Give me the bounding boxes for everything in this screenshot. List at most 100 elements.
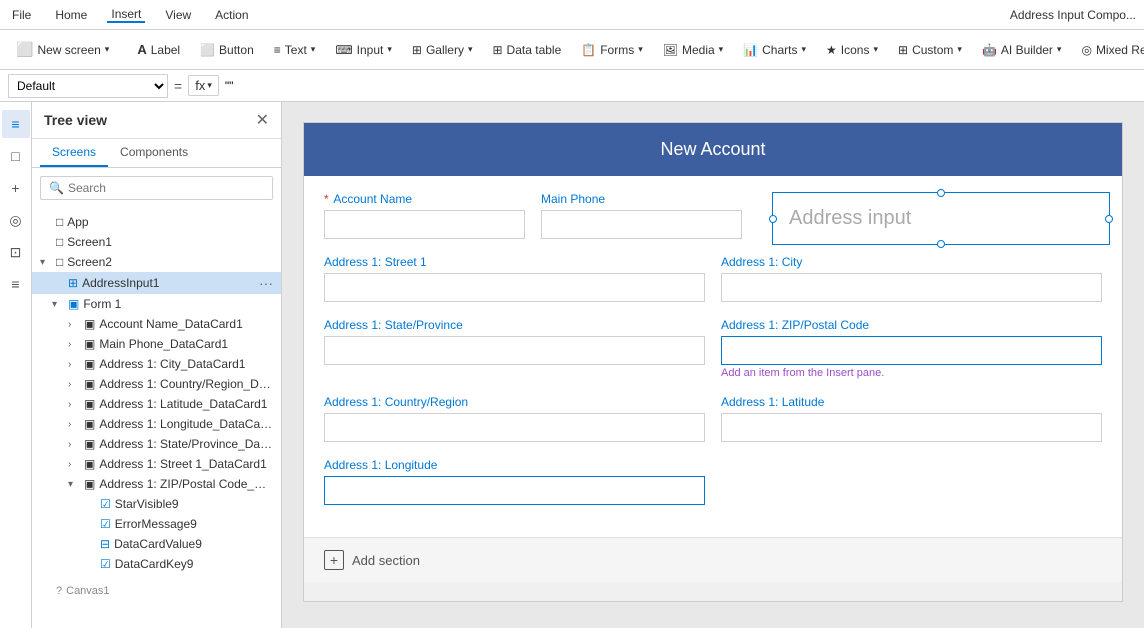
longitude-chevron: ›: [68, 419, 80, 430]
forms-button[interactable]: 📋 Forms ▾: [573, 39, 650, 61]
latitude-chevron: ›: [68, 399, 80, 410]
tree-node-error-message9[interactable]: ☑ ErrorMessage9: [32, 514, 281, 534]
sidebar-icon-search[interactable]: ◎: [2, 206, 30, 234]
tree-tab-components[interactable]: Components: [108, 139, 200, 167]
longitude-label: Address 1: Longitude: [324, 458, 705, 472]
tree-node-city[interactable]: › ▣ Address 1: City_DataCard1: [32, 354, 281, 374]
tree-node-longitude[interactable]: › ▣ Address 1: Longitude_DataCard1: [32, 414, 281, 434]
text-button[interactable]: ≡ Text ▾: [266, 39, 324, 61]
input-button[interactable]: ⌨ Input ▾: [327, 39, 400, 61]
tree-node-latitude[interactable]: › ▣ Address 1: Latitude_DataCard1: [32, 394, 281, 414]
main-phone-input[interactable]: [541, 210, 742, 239]
menu-view[interactable]: View: [161, 8, 195, 22]
tree-node-screen2[interactable]: ▾ □ Screen2: [32, 252, 281, 272]
menu-home[interactable]: Home: [51, 8, 91, 22]
tree-node-state[interactable]: › ▣ Address 1: State/Province_DataCard1: [32, 434, 281, 454]
tree-tab-screens[interactable]: Screens: [40, 139, 108, 167]
tree-node-star-visible9[interactable]: ☑ StarVisible9: [32, 494, 281, 514]
zip-helper-text: Add an item from the Insert pane.: [721, 367, 1102, 379]
data-table-button[interactable]: ⊞ Data table: [484, 39, 569, 61]
handle-right: [1105, 215, 1113, 223]
zip-input[interactable]: [721, 336, 1102, 365]
sidebar-icon-settings[interactable]: ≡: [2, 270, 30, 298]
label-icon: A: [137, 42, 146, 57]
menu-file[interactable]: File: [8, 8, 35, 22]
sidebar-icon-menu[interactable]: ≡: [2, 110, 30, 138]
formula-bar-dropdown[interactable]: Default: [8, 74, 168, 98]
search-input[interactable]: [68, 181, 264, 195]
zip-icon: ▣: [84, 477, 95, 491]
new-screen-button[interactable]: ⬜ New screen ▾: [8, 37, 117, 62]
country-input[interactable]: [324, 413, 705, 442]
street1-label: Address 1: Street 1_DataCard1: [99, 457, 273, 471]
custom-button[interactable]: ⊞ Custom ▾: [890, 39, 970, 61]
tree-node-street1[interactable]: › ▣ Address 1: Street 1_DataCard1: [32, 454, 281, 474]
address-input-overlay[interactable]: Address input: [772, 192, 1110, 245]
account-name-input[interactable]: [324, 210, 525, 239]
tree-node-address-input1[interactable]: ⊞ AddressInput1 ···: [32, 272, 281, 294]
form1-label: Form 1: [83, 297, 273, 311]
icons-button[interactable]: ★ Icons ▾: [818, 39, 886, 61]
sidebar-icon-add[interactable]: +: [2, 174, 30, 202]
tree-node-data-card-value9[interactable]: ⊟ DataCardValue9: [32, 534, 281, 554]
tree-node-zip[interactable]: ▾ ▣ Address 1: ZIP/Postal Code_DataC...: [32, 474, 281, 494]
sidebar-icon-screens[interactable]: □: [2, 142, 30, 170]
state-chevron: ›: [68, 439, 80, 450]
star-visible9-icon: ☑: [100, 497, 111, 511]
new-screen-icon: ⬜: [16, 41, 33, 58]
tree-node-screen1[interactable]: □ Screen1: [32, 232, 281, 252]
form-row-4: Address 1: Country/Region Address 1: Lat…: [324, 395, 1102, 442]
add-section[interactable]: + Add section: [304, 537, 1122, 582]
tree-node-country[interactable]: › ▣ Address 1: Country/Region_DataCa...: [32, 374, 281, 394]
forms-icon: 📋: [581, 43, 596, 57]
ai-builder-button[interactable]: 🤖 AI Builder ▾: [974, 39, 1070, 61]
account-name-chevron: ›: [68, 319, 80, 330]
tree-node-canvas1[interactable]: ? Canvas1: [32, 582, 281, 600]
new-screen-chevron: ▾: [105, 44, 110, 55]
tree-panel: Tree view ✕ Screens Components 🔍 □ App □…: [32, 102, 282, 628]
button-button[interactable]: ⬜ Button: [192, 39, 262, 61]
field-main-phone: Main Phone: [541, 192, 742, 239]
tree-node-account-name[interactable]: › ▣ Account Name_DataCard1: [32, 314, 281, 334]
media-button[interactable]: 🖼 Media ▾: [655, 39, 731, 61]
data-table-icon: ⊞: [492, 43, 502, 57]
forms-chevron: ▾: [638, 44, 643, 55]
charts-button[interactable]: 📊 Charts ▾: [735, 39, 814, 61]
main-phone-label: Main Phone_DataCard1: [99, 337, 273, 351]
tree-node-form1[interactable]: ▾ ▣ Form 1: [32, 294, 281, 314]
zip-chevron: ▾: [68, 479, 80, 490]
fx-label: fx: [195, 78, 205, 93]
mixed-reality-button[interactable]: ◎ Mixed Reality ▾: [1073, 39, 1144, 61]
longitude-input[interactable]: [324, 476, 705, 505]
data-card-key9-icon: ☑: [100, 557, 111, 571]
address-input1-more-icon[interactable]: ···: [259, 275, 273, 291]
field-city: Address 1: City: [721, 255, 1102, 302]
error-message9-icon: ☑: [100, 517, 111, 531]
gallery-button[interactable]: ⊞ Gallery ▾: [404, 39, 481, 61]
latitude-input[interactable]: [721, 413, 1102, 442]
canvas1-label: Canvas1: [66, 585, 273, 597]
street1-input[interactable]: [324, 273, 705, 302]
label-button[interactable]: A Label: [129, 38, 188, 61]
menu-insert[interactable]: Insert: [107, 7, 145, 23]
tree-title: Tree view: [44, 112, 107, 128]
account-name-label: Account Name_DataCard1: [99, 317, 273, 331]
state-icon: ▣: [84, 437, 95, 451]
tree-node-data-card-key9[interactable]: ☑ DataCardKey9: [32, 554, 281, 574]
address-input-text: Address input: [789, 207, 911, 230]
formula-bar-input[interactable]: [225, 79, 1136, 93]
menu-action[interactable]: Action: [211, 8, 252, 22]
state-input[interactable]: [324, 336, 705, 365]
city-input[interactable]: [721, 273, 1102, 302]
formula-bar-fx-button[interactable]: fx ▾: [188, 75, 219, 96]
tree-node-main-phone[interactable]: › ▣ Main Phone_DataCard1: [32, 334, 281, 354]
search-icon: 🔍: [49, 181, 64, 195]
tree-node-app[interactable]: □ App: [32, 212, 281, 232]
field-zip: Address 1: ZIP/Postal Code Add an item f…: [721, 318, 1102, 379]
text-chevron: ▾: [311, 44, 316, 55]
tree-content: □ App □ Screen1 ▾ □ Screen2 ⊞ AddressInp…: [32, 208, 281, 628]
custom-chevron: ▾: [957, 44, 962, 55]
tree-close-button[interactable]: ✕: [256, 110, 269, 130]
sidebar-icon-data[interactable]: ⊡: [2, 238, 30, 266]
menu-bar: File Home Insert View Action Address Inp…: [0, 0, 1144, 30]
